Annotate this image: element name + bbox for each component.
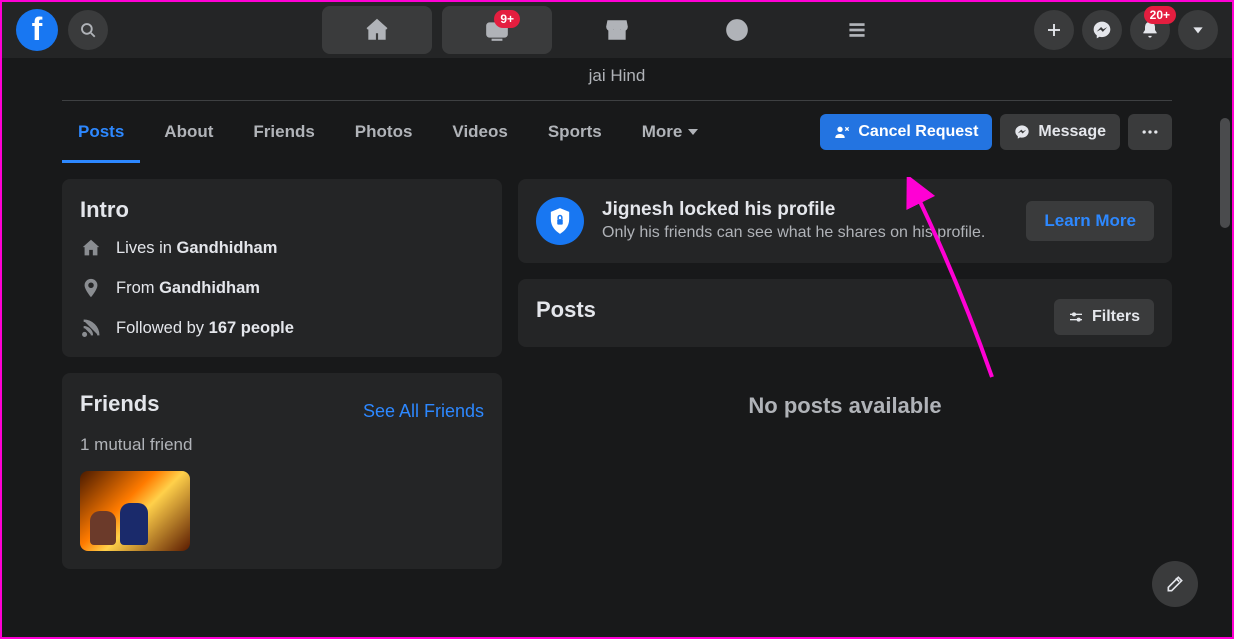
filters-label: Filters [1092,308,1140,326]
search-icon [79,21,97,39]
nav-groups[interactable] [682,6,792,54]
tab-videos[interactable]: Videos [436,104,523,160]
followed-prefix: Followed by [116,319,209,337]
friend-thumbnail[interactable] [80,471,190,551]
intro-card: Intro Lives in Gandhidham From Gandhidha… [62,179,502,357]
top-nav: f 9+ 20+ [2,2,1232,58]
nav-watch[interactable]: 9+ [442,6,552,54]
watch-badge: 9+ [494,10,520,28]
cancel-request-button[interactable]: Cancel Request [820,114,992,150]
scrollbar[interactable] [1220,118,1230,228]
profile-actions: Cancel Request Message [820,114,1172,150]
filters-icon [1068,309,1084,325]
plus-icon [1045,21,1063,39]
search-button[interactable] [68,10,108,50]
menu-icon [844,17,870,43]
intro-lives-in: Lives in Gandhidham [80,237,484,259]
tab-photos[interactable]: Photos [339,104,429,160]
locked-subtitle: Only his friends can see what he shares … [602,223,1008,244]
see-all-friends-link[interactable]: See All Friends [363,401,484,422]
nav-home[interactable] [322,6,432,54]
cancel-request-label: Cancel Request [858,123,978,141]
notifications-badge: 20+ [1144,6,1176,24]
from-prefix: From [116,279,159,297]
notifications-button[interactable]: 20+ [1130,10,1170,50]
chevron-down-icon [688,129,698,135]
lives-city: Gandhidham [177,239,278,257]
compose-fab[interactable] [1152,561,1198,607]
marketplace-icon [604,17,630,43]
facebook-logo[interactable]: f [16,9,58,51]
content: jai Hind Posts About Friends Photos Vide… [2,58,1232,637]
edit-icon [1165,574,1185,594]
caret-down-icon [1190,22,1206,38]
message-button[interactable]: Message [1000,114,1120,150]
profile-tabs: Posts About Friends Photos Videos Sports… [62,104,714,160]
tab-sports[interactable]: Sports [532,104,618,160]
location-icon [80,277,102,299]
nav-marketplace[interactable] [562,6,672,54]
learn-more-button[interactable]: Learn More [1026,201,1154,241]
home-icon [80,237,102,259]
locked-profile-card: Jignesh locked his profile Only his frie… [518,179,1172,263]
left-column: Intro Lives in Gandhidham From Gandhidha… [62,179,502,569]
home-icon [364,17,390,43]
tab-about[interactable]: About [148,104,229,160]
friends-heading: Friends [80,391,159,417]
intro-followed: Followed by 167 people [80,317,484,339]
filters-button[interactable]: Filters [1054,299,1154,335]
shield-icon [536,197,584,245]
locked-title: Jignesh locked his profile [602,199,1008,221]
messenger-icon [1014,124,1030,140]
profile-bio: jai Hind [2,58,1232,100]
posts-heading: Posts [536,297,596,323]
followed-count: 167 people [209,319,294,337]
lives-prefix: Lives in [116,239,177,257]
nav-right: 20+ [1034,10,1232,50]
ellipsis-icon [1140,122,1160,142]
tab-friends[interactable]: Friends [237,104,330,160]
mutual-friends-text: 1 mutual friend [80,435,484,455]
tab-more-label: More [642,122,683,142]
person-cancel-icon [834,124,850,140]
no-posts-text: No posts available [518,363,1172,449]
rss-icon [80,317,102,339]
account-button[interactable] [1178,10,1218,50]
message-label: Message [1038,123,1106,141]
posts-card: Posts Filters [518,279,1172,347]
groups-icon [724,17,750,43]
intro-heading: Intro [80,197,484,223]
friends-card: Friends See All Friends 1 mutual friend [62,373,502,569]
right-column: Jignesh locked his profile Only his frie… [518,179,1172,569]
profile-tabs-row: Posts About Friends Photos Videos Sports… [2,101,1232,163]
tab-more[interactable]: More [626,104,715,160]
more-actions-button[interactable] [1128,114,1172,150]
from-city: Gandhidham [159,279,260,297]
create-button[interactable] [1034,10,1074,50]
messenger-button[interactable] [1082,10,1122,50]
nav-center: 9+ [322,2,912,58]
tab-posts[interactable]: Posts [62,104,140,160]
intro-from: From Gandhidham [80,277,484,299]
nav-menu[interactable] [802,6,912,54]
messenger-icon [1092,20,1112,40]
